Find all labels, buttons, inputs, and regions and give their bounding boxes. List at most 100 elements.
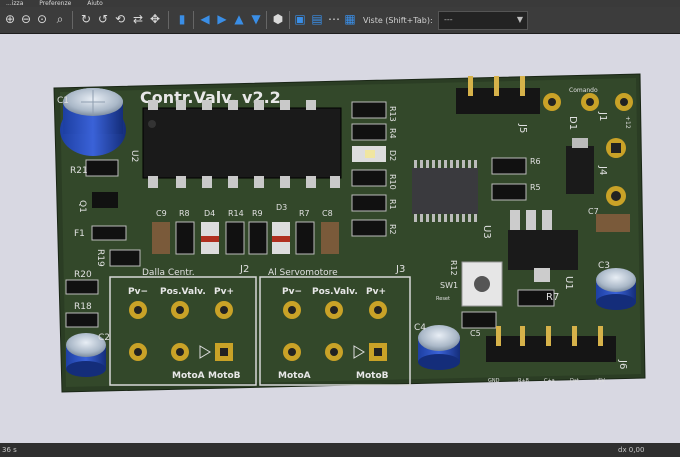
3d-viewport[interactable]: Contr.Valv. v2.2 C1 U2 R21 Q1 F1 R19 R20 (0, 34, 680, 443)
toolbar-separator (289, 11, 290, 29)
j2-label-pv-minus: Pv− (128, 287, 148, 297)
ref-r6: R6 (530, 157, 541, 166)
reset-switch-sw1 (461, 261, 503, 307)
resistor-r21 (85, 159, 119, 177)
status-bar: 36 s dx 0,00 (0, 443, 680, 457)
toolbar-separator (193, 11, 194, 29)
views-select[interactable]: --- ▼ (438, 11, 528, 30)
j6-pin-dat: Dat (570, 378, 579, 384)
show-tht-icon[interactable]: ▣ (292, 11, 308, 27)
ref-u2: U2 (129, 150, 139, 162)
status-right: dx 0,00 (618, 446, 645, 454)
j2-caption: Dalla Centr. (142, 268, 195, 278)
ref-f1: F1 (74, 229, 85, 239)
ic-u3 (412, 160, 478, 222)
rotate-y-icon[interactable]: ↺ (95, 11, 111, 27)
j2-label-pos-valv: Pos.Valv. (160, 287, 206, 297)
toolbar: ⊕ ⊖ ⊙ ⌕ ↻ ↺ ⟲ ⇄ ✥ ▮ ◀ ▶ ▲ ▼ ⬢ ▣ ▤ ⋯ ▦ Vi… (0, 7, 680, 34)
j3-label-pv-plus: Pv+ (366, 287, 386, 297)
pan-left-icon[interactable]: ◀ (197, 11, 213, 27)
capacitor-c7 (596, 214, 630, 232)
menu-item-view[interactable]: ...izza (6, 0, 23, 7)
menu-bar: ...izza Preferenze Aiuto (0, 0, 680, 7)
zoom-selection-icon[interactable]: ⌕ (52, 11, 68, 27)
ref-r8: R8 (179, 209, 190, 218)
capacitor-c1 (60, 88, 126, 156)
show-smd-icon[interactable]: ▤ (309, 11, 325, 27)
j3-label-motoa: MotoA (278, 371, 311, 381)
ref-c4: C4 (414, 323, 426, 333)
ref-r18: R18 (74, 302, 92, 312)
capacitor-c6 (461, 311, 497, 329)
ref-r2: R2 (388, 224, 397, 235)
j3-label-pv-minus: Pv− (282, 287, 302, 297)
show-all-icon[interactable]: ▦ (342, 11, 358, 27)
j2-label-pv-plus: Pv+ (214, 287, 234, 297)
ref-r9: R9 (252, 209, 263, 218)
transistor-q1 (92, 192, 118, 208)
ref-j6: J6 (617, 359, 628, 369)
view-side-icon[interactable]: ▮ (174, 11, 190, 27)
j6-pin-gnd: GND (488, 378, 500, 384)
chevron-down-icon: ▼ (516, 15, 523, 24)
toolbar-separator (72, 11, 73, 29)
ic-u2 (142, 100, 342, 188)
status-left: 36 s (2, 446, 17, 454)
views-select-value: --- (444, 15, 453, 24)
pan-up-icon[interactable]: ▲ (231, 11, 247, 27)
menu-item-preferences[interactable]: Preferenze (39, 0, 71, 7)
ref-r14: R14 (228, 209, 244, 218)
ref-j2: J2 (239, 264, 249, 275)
resistor-r6 (491, 157, 527, 175)
ref-j4: J4 (597, 165, 608, 175)
j3-label-pos-valv: Pos.Valv. (312, 287, 358, 297)
ref-r13: R13 (388, 106, 397, 122)
ref-r12: R12 (449, 260, 458, 276)
ref-r7: R7 (299, 209, 310, 218)
flip-icon[interactable]: ⇄ (130, 11, 146, 27)
pan-right-icon[interactable]: ▶ (214, 11, 230, 27)
j2-label-motoa: MotoA (172, 371, 205, 381)
ref-c2: C2 (98, 333, 110, 343)
zoom-out-icon[interactable]: ⊖ (18, 11, 34, 27)
reset-label: Reset (436, 296, 450, 302)
zoom-fit-icon[interactable]: ⊙ (34, 11, 50, 27)
resistor-r19 (109, 249, 141, 267)
orbit-icon[interactable]: ✥ (147, 11, 163, 27)
rotate-x-icon[interactable]: ↻ (78, 11, 94, 27)
ref-r20: R20 (74, 270, 92, 280)
ref-r19: R19 (95, 249, 105, 267)
toolbar-separator (168, 11, 169, 29)
fuse-f1 (91, 225, 127, 241)
toolbar-separator (266, 11, 267, 29)
j6-pin-c: C+a (544, 378, 555, 384)
ref-r5: R5 (530, 183, 541, 192)
board-body-icon[interactable]: ⬢ (270, 11, 286, 27)
ref-r21: R21 (70, 166, 88, 176)
ref-q1: Q1 (77, 200, 87, 213)
ref-c3: C3 (598, 261, 610, 271)
menu-item-help[interactable]: Aiuto (87, 0, 103, 7)
rotate-z-icon[interactable]: ⟲ (112, 11, 128, 27)
ref-r10: R10 (388, 174, 397, 190)
ref-sw1: SW1 (440, 281, 458, 290)
pan-down-icon[interactable]: ▼ (248, 11, 264, 27)
zoom-in-icon[interactable]: ⊕ (2, 11, 18, 27)
ref-j3: J3 (395, 264, 405, 275)
ref-c8: C8 (322, 209, 333, 218)
ref-r4: R4 (388, 128, 397, 139)
ref-d2: D2 (388, 150, 397, 161)
resistor-r20 (65, 279, 99, 295)
ref-u3: U3 (481, 225, 492, 239)
ref-r7-right: R7 (546, 292, 559, 303)
ref-d3: D3 (276, 203, 287, 212)
ref-c1: C1 (57, 96, 69, 106)
resistor-r5 (491, 183, 527, 201)
plus12-label: +12 (624, 116, 631, 129)
ref-j5: J5 (517, 123, 528, 133)
ref-u1: U1 (563, 276, 574, 290)
show-virtual-icon[interactable]: ⋯ (326, 11, 342, 27)
ref-d1: D1 (567, 116, 578, 130)
resistor-r18 (65, 312, 99, 328)
diode-d1 (566, 146, 594, 194)
